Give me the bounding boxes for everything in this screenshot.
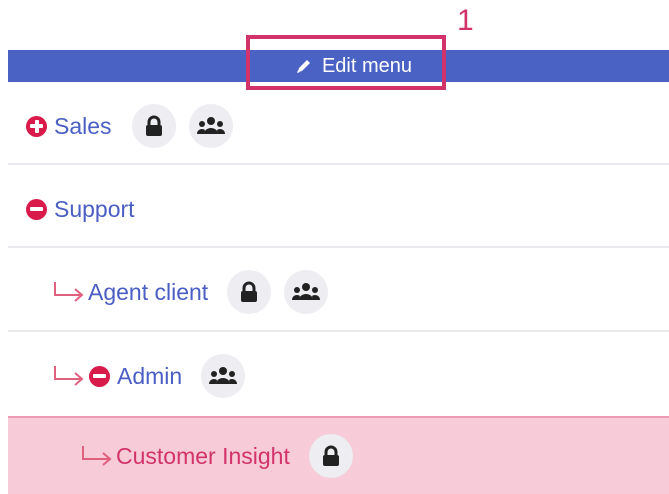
child-arrow-icon	[54, 282, 84, 302]
lock-icon[interactable]	[131, 104, 176, 148]
divider	[8, 330, 669, 332]
menu-item-agent-client[interactable]: Agent client	[8, 270, 669, 314]
minus-circle-icon[interactable]	[26, 198, 47, 220]
menu-item-label[interactable]: Support	[54, 196, 135, 223]
child-arrow-icon	[82, 446, 112, 466]
menu-item-support[interactable]: Support	[8, 187, 669, 231]
edit-menu-label: Edit menu	[321, 54, 413, 77]
menu-item-admin[interactable]: Admin	[8, 354, 669, 398]
lock-icon[interactable]	[308, 434, 353, 478]
divider	[8, 163, 669, 165]
divider	[8, 246, 669, 248]
menu-item-label[interactable]: Customer Insight	[116, 443, 290, 470]
group-icon[interactable]	[188, 104, 233, 148]
menu-item-sales[interactable]: Sales	[8, 104, 669, 148]
menu-item-customer-insight[interactable]: Customer Insight	[8, 416, 669, 494]
annotation-number: 1	[457, 4, 474, 37]
edit-menu-button[interactable]: Edit menu	[268, 52, 440, 80]
group-icon[interactable]	[284, 270, 329, 314]
plus-circle-icon[interactable]	[26, 115, 47, 137]
group-icon[interactable]	[201, 354, 246, 398]
menu-item-label[interactable]: Admin	[117, 363, 182, 390]
menu-editor: Edit menu 1 Sales Support Agent client A…	[0, 0, 669, 494]
menu-item-label[interactable]: Sales	[54, 113, 112, 140]
lock-icon[interactable]	[227, 270, 272, 314]
minus-circle-icon[interactable]	[89, 365, 110, 387]
menu-item-label[interactable]: Agent client	[88, 279, 208, 306]
child-arrow-icon	[54, 366, 84, 386]
pencil-icon	[296, 60, 310, 73]
